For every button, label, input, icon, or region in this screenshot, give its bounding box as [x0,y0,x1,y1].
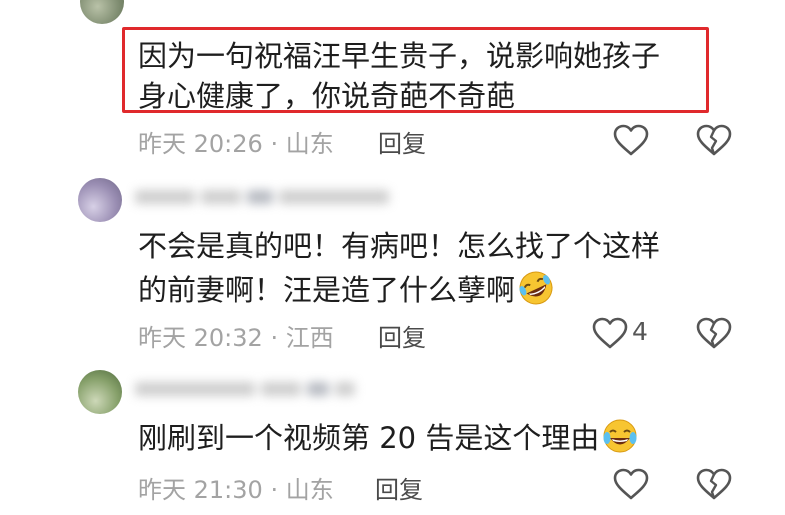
comment-location: 江西 [285,324,334,352]
dislike-broken-heart-icon[interactable] [696,124,732,156]
username-blurred [135,378,361,400]
comment-time: 昨天 20:26 [138,130,263,158]
like-heart-icon[interactable] [613,124,649,156]
comment-meta: 昨天 21:30 · 山东 [138,470,334,505]
like-count: 4 [632,317,648,346]
comment-text-line-1-content: 刚刷到一个视频第 20 告是这个理由 [138,421,600,455]
comment-time: 昨天 20:32 [138,324,263,352]
tears-of-joy-emoji-icon [603,419,637,453]
comment-text-line-1: 因为一句祝福汪早生贵子，说影响她孩子 [138,39,661,73]
reply-button[interactable]: 回复 [378,124,426,159]
avatar[interactable] [78,370,122,414]
comment-text-line-2: 身心健康了，你说奇葩不奇葩 [138,79,516,113]
rolling-laughing-emoji-icon [519,271,553,305]
reply-button[interactable]: 回复 [375,470,423,505]
reply-button[interactable]: 回复 [378,318,426,353]
comment-text-line-2: 的前妻啊！汪是造了什么孽啊 [138,268,555,312]
comment-text-line-1: 不会是真的吧！有病吧！怎么找了个这样 [138,229,661,263]
meta-separator: · [270,324,279,352]
comment-item: 不会是真的吧！有病吧！怎么找了个这样 的前妻啊！汪是造了什么孽啊 昨天 20:3… [0,178,785,353]
dislike-broken-heart-icon[interactable] [696,468,732,500]
username-blurred [135,186,395,208]
meta-separator: · [270,476,279,504]
like-heart-icon[interactable] [613,468,649,500]
comment-text-line-2-content: 的前妻啊！汪是造了什么孽啊 [138,273,516,307]
avatar[interactable] [80,0,124,24]
comment-item: 刚刷到一个视频第 20 告是这个理由 昨天 21:30 · 山东 回复 [0,370,785,515]
comment-location: 山东 [285,476,334,504]
comment-location: 山东 [285,130,334,158]
meta-separator: · [270,130,279,158]
comment-meta: 昨天 20:26 · 山东 [138,124,334,159]
like-heart-icon[interactable] [592,317,628,349]
comment-meta: 昨天 20:32 · 江西 [138,318,334,353]
dislike-broken-heart-icon[interactable] [696,317,732,349]
comment-item: 因为一句祝福汪早生贵子，说影响她孩子 身心健康了，你说奇葩不奇葩 昨天 20:2… [0,0,785,175]
comment-time: 昨天 21:30 [138,476,263,504]
avatar[interactable] [78,178,122,222]
comment-text-line-1: 刚刷到一个视频第 20 告是这个理由 [138,416,639,460]
